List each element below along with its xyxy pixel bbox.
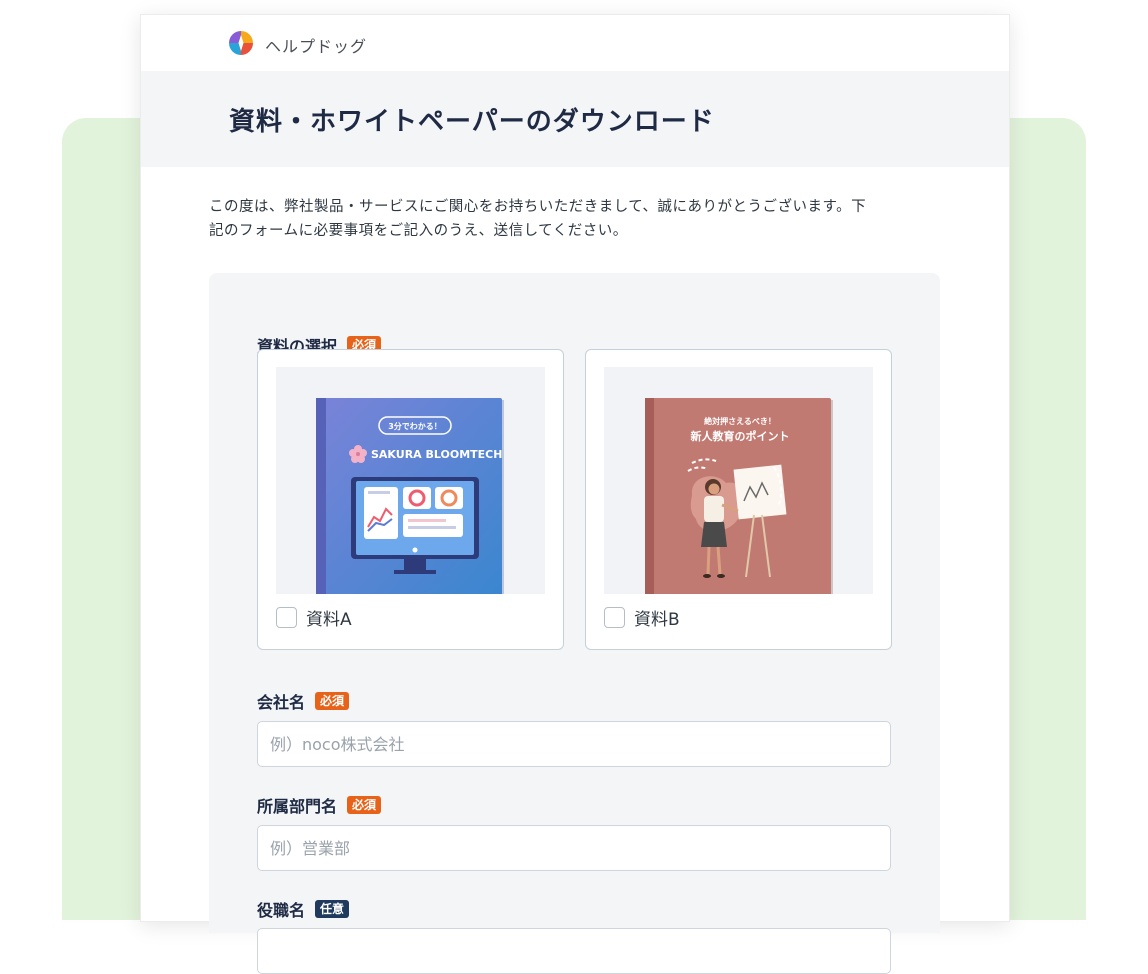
- title-bar: 資料・ホワイトペーパーのダウンロード: [141, 71, 1009, 167]
- form-section: 資料の選択 必須 3分でわかる！ SAKURA BLOOMTECH 資料A 絶対…: [209, 273, 940, 974]
- material-a-option[interactable]: 資料A: [276, 605, 352, 630]
- required-badge: 必須: [315, 692, 350, 710]
- material-b-cover-image: 絶対押さえるべき！ 新人教育のポイント: [645, 398, 833, 594]
- material-b-cover-title: 新人教育のポイント: [691, 429, 790, 443]
- material-a-thumbnail: 3分でわかる！ SAKURA BLOOMTECH: [276, 367, 545, 594]
- company-input[interactable]: [257, 721, 891, 767]
- material-b-label[interactable]: 資料B: [634, 605, 680, 630]
- intro-text: この度は、弊社製品・サービスにご関心をお持ちいただきまして、誠にありがとうござい…: [209, 195, 939, 243]
- material-a-cover-tag: 3分でわかる！: [388, 421, 442, 431]
- material-a-cover-image: 3分でわかる！ SAKURA BLOOMTECH: [316, 398, 504, 594]
- brand-name: ヘルプドッグ: [265, 37, 368, 56]
- brand-logo-icon: [229, 31, 253, 55]
- material-a-checkbox[interactable]: [276, 607, 297, 628]
- required-badge: 必須: [347, 796, 382, 814]
- position-input[interactable]: [257, 928, 891, 974]
- material-a-cover-title: SAKURA BLOOMTECH: [371, 448, 502, 461]
- position-label: 役職名: [257, 901, 306, 920]
- intro-line-1: この度は、弊社製品・サービスにご関心をお持ちいただきまして、誠にありがとうござい…: [209, 199, 867, 215]
- position-label-row: 役職名 任意: [257, 897, 350, 921]
- material-card-b[interactable]: 絶対押さえるべき！ 新人教育のポイント 資料B: [585, 349, 892, 650]
- intro-line-2: 記のフォームに必要事項をご記入のうえ、送信してください。: [209, 223, 628, 239]
- material-b-checkbox[interactable]: [604, 607, 625, 628]
- page-title: 資料・ホワイトペーパーのダウンロード: [229, 107, 715, 137]
- header-bar: ヘルプドッグ: [141, 15, 1009, 71]
- department-input[interactable]: [257, 825, 891, 871]
- material-card-a[interactable]: 3分でわかる！ SAKURA BLOOMTECH 資料A: [257, 349, 564, 650]
- company-label: 会社名: [257, 693, 306, 712]
- optional-badge: 任意: [315, 900, 350, 918]
- company-label-row: 会社名 必須: [257, 689, 350, 713]
- material-b-option[interactable]: 資料B: [604, 605, 680, 630]
- material-a-label[interactable]: 資料A: [306, 605, 352, 630]
- material-b-cover-subtitle: 絶対押さえるべき！: [704, 416, 776, 426]
- department-label-row: 所属部門名 必須: [257, 793, 382, 817]
- department-label: 所属部門名: [257, 797, 338, 816]
- form-page: ヘルプドッグ 資料・ホワイトペーパーのダウンロード この度は、弊社製品・サービス…: [140, 14, 1010, 974]
- material-b-thumbnail: 絶対押さえるべき！ 新人教育のポイント: [604, 367, 873, 594]
